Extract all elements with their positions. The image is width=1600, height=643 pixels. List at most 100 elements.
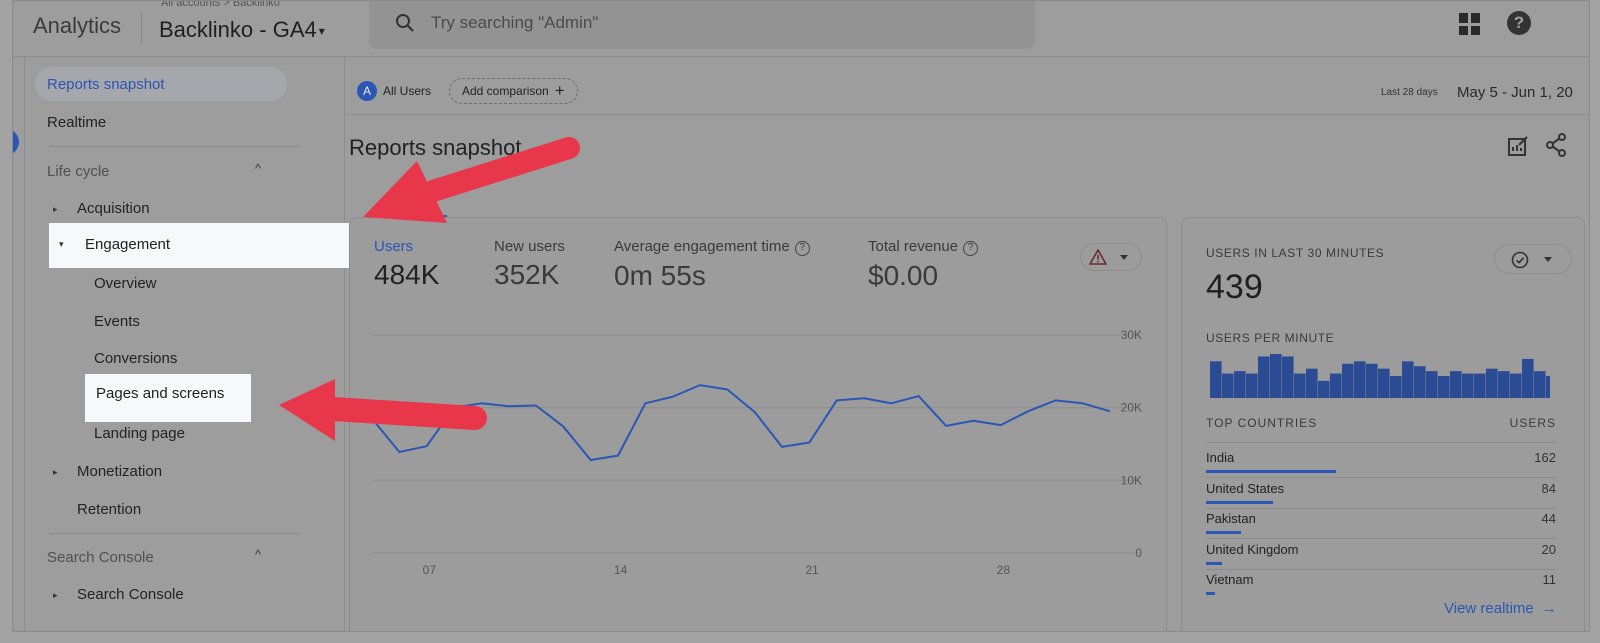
metric-tab-total-revenue[interactable]: Total revenue? $0.00 [868, 238, 979, 292]
y-tick-label: 20K [1121, 401, 1142, 415]
users-per-minute-label: USERS PER MINUTE [1206, 331, 1335, 345]
realtime-status-button[interactable] [1494, 244, 1572, 274]
metric-value: 484K [374, 259, 440, 290]
country-name: Pakistan [1206, 511, 1256, 526]
per-minute-bar [1210, 361, 1222, 398]
users-series-line [371, 384, 1111, 461]
metric-tab-new-users[interactable]: New users 352K [494, 238, 565, 291]
country-users: 44 [1541, 511, 1556, 526]
data-quality-button[interactable] [1080, 243, 1142, 271]
per-minute-bar [1462, 373, 1474, 398]
per-minute-bar [1306, 368, 1318, 398]
sidebar-item-engagement[interactable]: Engagement [85, 236, 170, 253]
country-row: India 162 [1206, 450, 1556, 473]
brand-name[interactable]: Analytics [33, 13, 121, 39]
warning-icon [1089, 249, 1107, 265]
chevron-up-icon[interactable]: ^ [255, 161, 261, 176]
search-icon [396, 14, 414, 32]
date-range-picker[interactable]: May 5 - Jun 1, 20 [1457, 84, 1573, 101]
section-life-cycle[interactable]: Life cycle [47, 163, 110, 180]
apps-grid-icon[interactable] [1459, 13, 1481, 35]
metric-value: $0.00 [868, 260, 939, 291]
reports-nav-indicator[interactable] [13, 129, 19, 155]
sidebar-item-search-console[interactable]: Search Console [77, 586, 184, 603]
x-tick-label: 07 [423, 563, 437, 577]
country-users: 20 [1541, 541, 1556, 557]
check-circle-icon [1511, 251, 1529, 269]
y-tick-label: 0 [1135, 546, 1142, 560]
segment-chip-all-users[interactable]: All Users [377, 77, 437, 105]
per-minute-bar [1246, 373, 1258, 398]
sidebar-item-conversions[interactable]: Conversions [94, 350, 177, 367]
sidebar-item-reports-snapshot[interactable]: Reports snapshot [47, 76, 165, 93]
divider [49, 533, 301, 534]
divider [1206, 442, 1556, 443]
per-minute-bar [1450, 371, 1462, 398]
search-input[interactable]: Try searching "Admin" [369, 1, 1035, 49]
sidebar-item-realtime[interactable]: Realtime [47, 114, 106, 131]
per-minute-bar [1282, 356, 1294, 398]
country-users: 11 [1542, 572, 1557, 587]
per-minute-bar [1510, 373, 1522, 398]
expand-icon[interactable]: ▸ [53, 467, 58, 478]
add-comparison-button[interactable]: Add comparison + [449, 78, 578, 104]
chevron-up-icon[interactable]: ^ [255, 547, 261, 562]
metric-label: Users [374, 238, 414, 255]
sidebar-item-monetization[interactable]: Monetization [77, 463, 162, 480]
per-minute-bar [1258, 356, 1270, 398]
per-minute-bar [1438, 376, 1450, 398]
per-minute-bar [1378, 368, 1390, 398]
sidebar-item-landing-page[interactable]: Landing page [94, 425, 185, 442]
per-minute-bar [1330, 373, 1342, 398]
segment-avatar: A [357, 81, 377, 101]
realtime-title: USERS IN LAST 30 MINUTES [1206, 246, 1385, 260]
help-icon[interactable]: ? [963, 241, 979, 256]
property-name: Backlinko - GA4 [159, 17, 317, 42]
expand-icon[interactable]: ▸ [53, 590, 58, 601]
nav-rail [13, 57, 25, 631]
add-comparison-label: Add comparison [462, 84, 549, 98]
country-share-bar [1206, 561, 1223, 565]
metric-tab-avg-engagement-time[interactable]: Average engagement time? 0m 55s [614, 238, 810, 292]
section-search-console[interactable]: Search Console [47, 549, 154, 566]
sidebar-item-overview[interactable]: Overview [94, 275, 157, 292]
sidebar-item-pages-and-screens[interactable]: Pages and screens [96, 385, 224, 402]
help-icon[interactable]: ? [794, 241, 810, 256]
share-icon[interactable] [1545, 133, 1567, 157]
collapse-icon[interactable]: ▾ [59, 239, 64, 250]
caret-down-icon [1120, 255, 1128, 260]
caret-down-icon: ▾ [318, 24, 325, 39]
metric-tab-users[interactable]: Users 484K [374, 238, 439, 291]
per-minute-bar [1498, 371, 1510, 398]
per-minute-bar [1234, 371, 1246, 398]
divider [1206, 477, 1556, 478]
per-minute-bar [1318, 380, 1330, 398]
per-minute-bar [1546, 376, 1550, 398]
property-selector[interactable]: Backlinko - GA4 ▾ [159, 17, 325, 43]
sidebar-item-acquisition[interactable]: Acquisition [77, 200, 150, 217]
country-name: Vietnam [1206, 572, 1254, 587]
countries-column-header: TOP COUNTRIES [1206, 416, 1318, 430]
help-icon[interactable]: ? [1507, 11, 1531, 35]
x-tick-label: 28 [997, 563, 1011, 577]
metric-label: New users [494, 238, 565, 255]
metric-value: 0m 55s [614, 260, 706, 291]
view-realtime-link[interactable]: View realtime → [1444, 600, 1557, 617]
per-minute-bar [1474, 373, 1486, 398]
per-minute-bar [1402, 361, 1414, 398]
comparison-bar: A All Users Add comparison + Last 28 days… [347, 57, 1589, 115]
per-minute-bar [1426, 371, 1438, 398]
realtime-user-count: 439 [1206, 268, 1263, 306]
per-minute-bar [1390, 376, 1402, 398]
country-name: United Kingdom [1206, 541, 1299, 557]
sidebar-item-retention[interactable]: Retention [77, 501, 141, 518]
sidebar-item-events[interactable]: Events [94, 313, 140, 330]
expand-icon[interactable]: ▸ [53, 204, 58, 215]
realtime-card: USERS IN LAST 30 MINUTES 439 USERS PER M… [1181, 217, 1585, 631]
divider [1206, 507, 1556, 509]
per-minute-bar [1342, 363, 1354, 398]
breadcrumb[interactable]: All accounts > Backlinko [161, 1, 280, 9]
divider [49, 146, 301, 147]
customize-report-icon[interactable] [1507, 135, 1529, 157]
metric-label: Total revenue [868, 238, 959, 255]
